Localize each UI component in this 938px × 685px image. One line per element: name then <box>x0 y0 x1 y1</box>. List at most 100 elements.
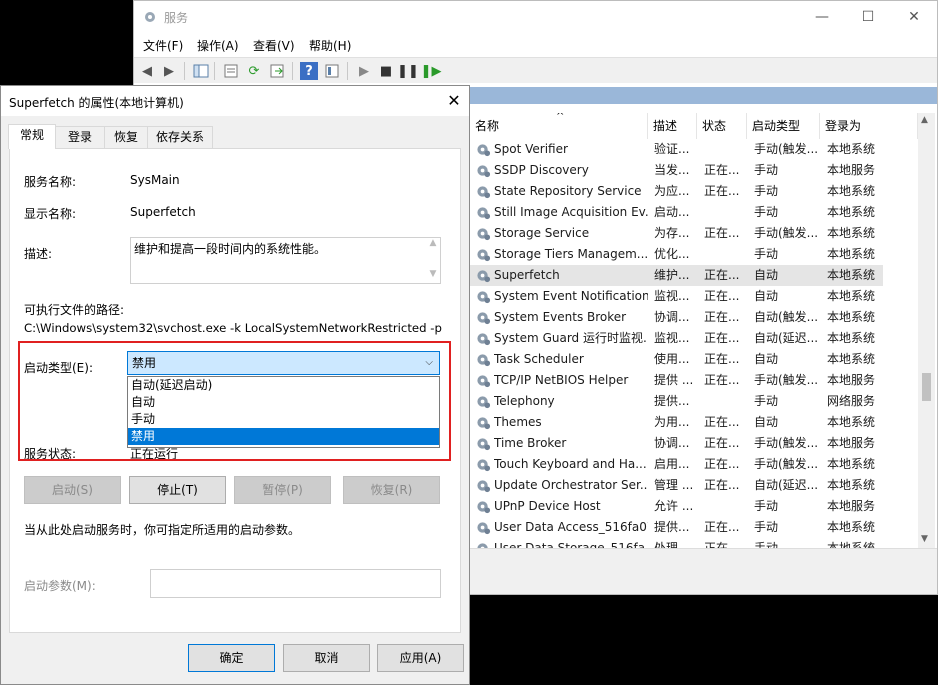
cell-startup: 自动 <box>754 352 779 366</box>
close-button[interactable]: ✕ <box>891 1 937 33</box>
column-header-description[interactable]: 描述 <box>648 113 697 139</box>
table-row[interactable]: State Repository Service 为应... 正在... 手动 本地系统 <box>470 181 883 202</box>
startup-option-manual[interactable]: 手动 <box>128 411 439 428</box>
column-header-logon[interactable]: 登录为 <box>820 113 918 139</box>
cell-name: Task Scheduler <box>494 352 584 366</box>
cell-name: TCP/IP NetBIOS Helper <box>494 373 629 387</box>
table-row[interactable]: System Events Broker 协调... 正在... 自动(触发... 本地… <box>470 307 883 328</box>
table-row[interactable]: Storage Service 为存... 正在... 手动(触发... 本地系统 <box>470 223 883 244</box>
table-row[interactable]: Telephony 提供... 手动 网络服务 <box>470 391 883 412</box>
console-tree-icon[interactable] <box>192 62 210 80</box>
cell-desc: 监视... <box>654 289 690 303</box>
start-button[interactable]: 启动(S) <box>24 476 121 504</box>
ok-button[interactable]: 确定 <box>188 644 275 672</box>
cell-name: Storage Tiers Managem... <box>494 247 648 261</box>
scroll-down-icon[interactable]: ▼ <box>921 534 928 544</box>
table-row[interactable]: System Event Notification... 监视... 正在... 自动… <box>470 286 883 307</box>
forward-icon[interactable]: ▶ <box>160 62 178 80</box>
service-name-value: SysMain <box>130 173 180 187</box>
details-view-icon[interactable] <box>323 62 341 80</box>
cell-startup: 自动(延迟... <box>754 331 819 345</box>
tab-logon[interactable]: 登录 <box>55 126 105 148</box>
apply-button[interactable]: 应用(A) <box>377 644 464 672</box>
menu-action[interactable]: 操作(A) <box>197 37 239 54</box>
table-row[interactable]: Superfetch 维护... 正在... 自动 本地系统 <box>470 265 883 286</box>
startup-option-auto[interactable]: 自动 <box>128 394 439 411</box>
cell-status: 正在... <box>704 310 740 324</box>
services-title-bar[interactable]: 服务 — ☐ ✕ <box>134 1 937 34</box>
stop-service-icon[interactable]: ■ <box>377 62 395 80</box>
menu-view[interactable]: 查看(V) <box>253 37 295 54</box>
cell-logon: 本地服务 <box>827 373 876 387</box>
pause-button[interactable]: 暂停(P) <box>234 476 331 504</box>
description-textbox[interactable]: 维护和提高一段时间内的系统性能。 ▲ ▼ <box>130 237 441 284</box>
toolbar-separator <box>214 62 215 80</box>
cell-startup: 自动(触发... <box>754 310 819 324</box>
restart-service-icon[interactable]: ❚▶ <box>421 62 442 80</box>
tab-dependencies[interactable]: 依存关系 <box>147 126 213 148</box>
cell-logon: 本地系统 <box>827 310 876 324</box>
table-row[interactable]: Time Broker 协调... 正在... 手动(触发... 本地服务 <box>470 433 883 454</box>
table-row[interactable]: Spot Verifier 验证... 手动(触发... 本地系统 <box>470 139 883 160</box>
scroll-down-icon[interactable]: ▼ <box>426 269 440 279</box>
export-icon[interactable] <box>268 62 286 80</box>
vertical-scrollbar[interactable]: ▲ ▼ <box>918 113 935 548</box>
start-service-icon[interactable]: ▶ <box>355 62 373 80</box>
scroll-up-icon[interactable]: ▲ <box>426 238 440 248</box>
table-row[interactable]: Themes 为用... 正在... 自动 本地系统 <box>470 412 883 433</box>
table-row[interactable]: User Data Storage_516fa... 处理... 正在... 手动 本地… <box>470 538 883 548</box>
startup-type-select[interactable]: 禁用 ⌵ <box>127 351 440 375</box>
refresh-icon[interactable]: ⟳ <box>245 62 263 80</box>
table-row[interactable]: Update Orchestrator Ser... 管理 ... 正在... 自动(… <box>470 475 883 496</box>
scroll-thumb[interactable] <box>922 373 931 401</box>
startup-type-dropdown: 自动(延迟启动) 自动 手动 禁用 <box>127 376 440 448</box>
table-row[interactable]: UPnP Device Host 允许 ... 手动 本地服务 <box>470 496 883 517</box>
cell-name: Telephony <box>494 394 555 408</box>
menu-file[interactable]: 文件(F) <box>143 37 183 54</box>
column-header-status[interactable]: 状态 <box>697 113 747 139</box>
resume-button[interactable]: 恢复(R) <box>343 476 440 504</box>
column-header-label: 描述 <box>653 119 678 133</box>
cell-startup: 手动(触发... <box>754 373 819 387</box>
description-label: 描述: <box>24 247 53 261</box>
cell-status: 正在... <box>704 520 740 534</box>
cell-status: 正在... <box>704 184 740 198</box>
cell-desc: 验证... <box>654 142 690 156</box>
scroll-up-icon[interactable]: ▲ <box>921 115 928 125</box>
tab-recovery[interactable]: 恢复 <box>104 126 148 148</box>
start-params-input[interactable] <box>150 569 441 598</box>
table-row[interactable]: Touch Keyboard and Ha... 启用... 正在... 手动(触发.… <box>470 454 883 475</box>
help-icon[interactable]: ? <box>300 62 318 80</box>
properties-icon[interactable] <box>222 62 240 80</box>
cell-status <box>704 202 749 223</box>
maximize-button[interactable]: ☐ <box>845 1 891 33</box>
column-header-startup-type[interactable]: 启动类型 <box>747 113 820 139</box>
cell-name: User Data Storage_516fa... <box>494 541 648 548</box>
cell-startup: 手动 <box>754 184 779 198</box>
table-row[interactable]: Still Image Acquisition Ev... 启动... 手动 本地系统 <box>470 202 883 223</box>
table-row[interactable]: SSDP Discovery 当发... 正在... 手动 本地服务 <box>470 160 883 181</box>
startup-option-disabled[interactable]: 禁用 <box>128 428 439 445</box>
table-row[interactable]: System Guard 运行时监视... 监视... 正在... 自动(延迟... 本… <box>470 328 883 349</box>
dialog-title-bar[interactable]: Superfetch 的属性(本地计算机) ✕ <box>1 86 469 116</box>
stop-button[interactable]: 停止(T) <box>129 476 226 504</box>
table-row[interactable]: Storage Tiers Managem... 优化... 手动 本地系统 <box>470 244 883 265</box>
cell-startup: 自动 <box>754 289 779 303</box>
start-params-hint: 当从此处启动服务时，你可指定所适用的启动参数。 <box>24 523 301 537</box>
cell-startup: 手动(触发... <box>754 457 819 471</box>
minimize-button[interactable]: — <box>799 1 845 33</box>
description-scrollbar[interactable]: ▲ ▼ <box>426 238 440 283</box>
cancel-button[interactable]: 取消 <box>283 644 370 672</box>
dialog-close-button[interactable]: ✕ <box>441 89 467 113</box>
table-row[interactable]: Task Scheduler 使用... 正在... 自动 本地系统 <box>470 349 883 370</box>
column-header-name[interactable]: 名称 ^ <box>470 113 648 139</box>
pause-service-icon[interactable]: ❚❚ <box>397 62 419 80</box>
back-icon[interactable]: ◀ <box>138 62 156 80</box>
table-row[interactable]: User Data Access_516fa07 提供... 正在... 手动 本地系统 <box>470 517 883 538</box>
tab-general[interactable]: 常规 <box>8 124 56 149</box>
gear-icon <box>477 522 491 535</box>
menu-help[interactable]: 帮助(H) <box>309 37 351 54</box>
table-row[interactable]: TCP/IP NetBIOS Helper 提供 ... 正在... 手动(触发...… <box>470 370 883 391</box>
startup-option-auto-delayed[interactable]: 自动(延迟启动) <box>128 377 439 394</box>
description-text: 维护和提高一段时间内的系统性能。 <box>134 242 327 256</box>
